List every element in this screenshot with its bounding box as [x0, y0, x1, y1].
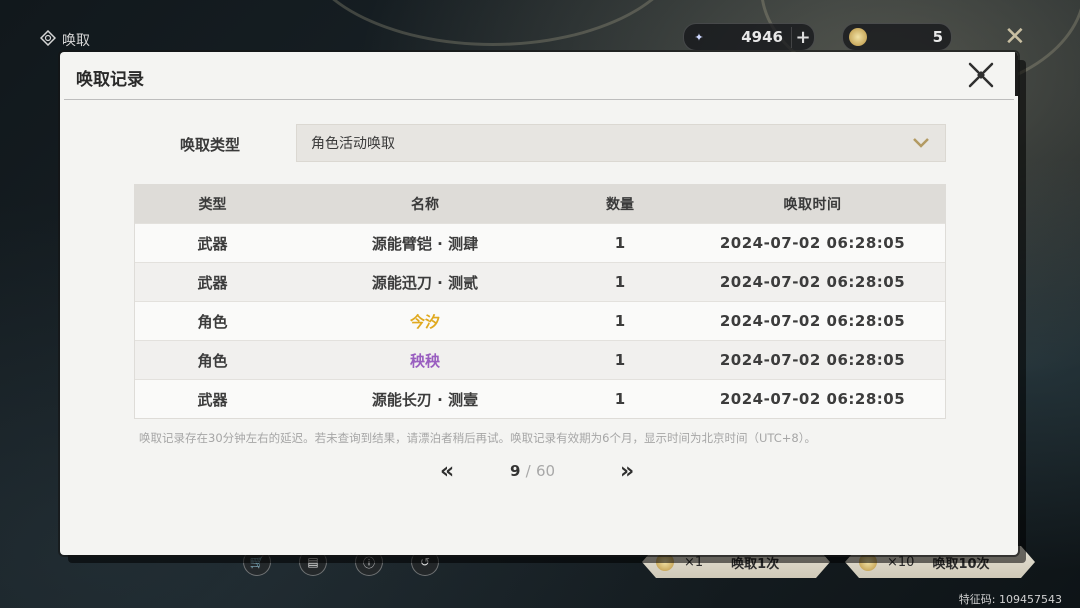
table-row: 武器 源能迅刀 · 测贰 1 2024-07-02 06:28:05	[135, 262, 945, 301]
record-time: 2024-07-02 06:28:05	[719, 312, 906, 330]
record-type: 武器	[197, 234, 228, 253]
screen-close-icon[interactable]: ✕	[1004, 22, 1026, 52]
previous-page-icon[interactable]: «	[440, 460, 454, 484]
page-indicator: 9 / 60	[510, 462, 555, 480]
pull-one-count: ×1	[684, 554, 704, 570]
table-row: 武器 源能长刃 · 测壹 1 2024-07-02 06:28:05	[135, 379, 945, 418]
record-quantity: 1	[614, 312, 626, 330]
record-name: 源能长刃 · 测壹	[371, 390, 479, 409]
column-header-time: 唤取时间	[783, 197, 842, 213]
lustrous-tide-icon	[849, 28, 867, 46]
current-page: 9	[510, 462, 521, 480]
modal-divider	[64, 99, 1014, 100]
convene-type-label: 唤取类型	[180, 136, 241, 154]
record-quantity: 1	[614, 273, 626, 291]
record-name: 秧秧	[409, 351, 440, 370]
lustrous-tide-icon	[859, 553, 877, 571]
screen-title-label: 唤取	[62, 33, 90, 49]
record-quantity: 1	[614, 351, 626, 369]
page-separator: /	[525, 462, 531, 480]
table-row: 武器 源能臂铠 · 测肆 1 2024-07-02 06:28:05	[135, 223, 945, 262]
record-name: 源能臂铠 · 测肆	[371, 234, 479, 253]
next-page-icon[interactable]: »	[620, 460, 634, 484]
convene-history-modal: 唤取记录 唤取类型 角色活动唤取 类型 名称 数量 唤取时间 武器 源能臂铠 ·…	[60, 52, 1018, 555]
record-quantity: 1	[614, 234, 626, 252]
chevron-down-icon	[911, 133, 931, 153]
column-header-type: 类型	[198, 197, 227, 213]
record-name: 今汐	[409, 312, 440, 331]
modal-title: 唤取记录	[76, 70, 144, 90]
modal-corner-decoration	[995, 52, 1018, 96]
record-quantity: 1	[614, 390, 626, 408]
pull-one-label: 唤取1次	[731, 556, 780, 572]
record-type: 角色	[197, 351, 228, 370]
record-type: 武器	[197, 390, 228, 409]
record-name: 源能迅刀 · 测贰	[371, 273, 479, 292]
close-icon[interactable]	[966, 60, 996, 90]
records-table: 类型 名称 数量 唤取时间 武器 源能臂铠 · 测肆 1 2024-07-02 …	[134, 184, 946, 419]
pull-ten-count: ×10	[887, 554, 915, 570]
pagination: « 9 / 60 »	[440, 460, 640, 484]
astrite-counter[interactable]: ✦ 4946 +	[683, 23, 815, 51]
column-header-name: 名称	[411, 197, 439, 213]
pull-ten-label: 唤取10次	[932, 556, 990, 572]
delay-notice: 唤取记录存在30分钟左右的延迟。若未查询到结果，请漂泊者稍后再试。唤取记录有效期…	[139, 431, 816, 445]
record-type: 角色	[197, 312, 228, 331]
convene-icon	[39, 29, 57, 50]
lustrous-tide-amount: 5	[932, 28, 943, 46]
table-row: 角色 秧秧 1 2024-07-02 06:28:05	[135, 340, 945, 379]
lustrous-tide-counter[interactable]: 5	[842, 23, 952, 51]
record-time: 2024-07-02 06:28:05	[719, 273, 906, 291]
record-time: 2024-07-02 06:28:05	[719, 234, 906, 252]
table-row: 角色 今汐 1 2024-07-02 06:28:05	[135, 301, 945, 340]
table-header: 类型 名称 数量 唤取时间	[135, 185, 945, 223]
record-type: 武器	[197, 273, 228, 292]
screen-title: 唤取	[39, 29, 90, 50]
add-astrite-button[interactable]: +	[791, 26, 814, 48]
convene-type-select[interactable]: 角色活动唤取	[296, 124, 946, 162]
astrite-amount: 4946	[741, 28, 783, 46]
record-time: 2024-07-02 06:28:05	[719, 390, 906, 408]
feature-code: 特征码: 109457543	[958, 593, 1062, 606]
total-pages: 60	[535, 462, 556, 480]
record-time: 2024-07-02 06:28:05	[719, 351, 906, 369]
astrite-icon: ✦	[694, 30, 704, 44]
column-header-quantity: 数量	[606, 197, 634, 213]
convene-type-value: 角色活动唤取	[311, 136, 395, 152]
lustrous-tide-icon	[656, 553, 674, 571]
